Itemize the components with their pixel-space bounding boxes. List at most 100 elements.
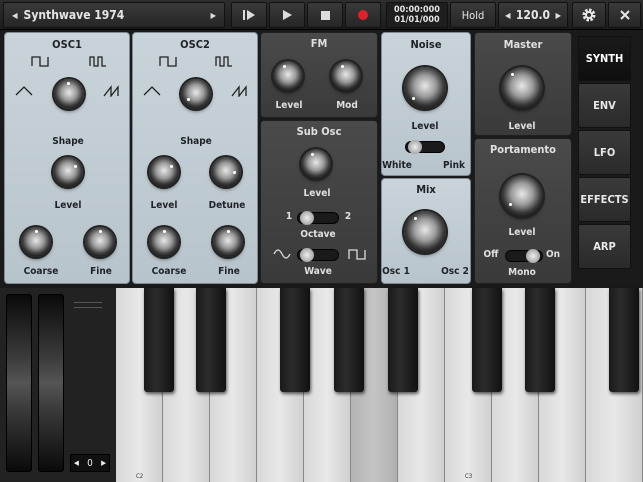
time-position: 00:00:000 [394,5,440,15]
osc1-level-knob[interactable] [53,157,83,187]
pulse-wave-icon [89,56,106,67]
portamento-level-knob[interactable] [501,175,543,217]
octave-shift-control[interactable]: ◀ 0 ▶ [70,454,110,472]
rewind-button[interactable] [231,2,267,28]
osc1-coarse-knob[interactable] [21,227,51,257]
mono-on-label: On [545,249,561,260]
hold-button[interactable]: Hold [450,2,496,28]
noise-level-label: Level [411,121,439,132]
sine-wave-icon [273,249,291,259]
piano-key-black[interactable] [334,288,364,392]
mono-label: Mono [508,267,536,278]
octave-toggle[interactable] [297,211,339,225]
stop-icon [321,11,330,20]
mix-panel: Mix Osc 1 Osc 2 [381,178,471,284]
mix-knob[interactable] [404,211,446,253]
noise-level-knob[interactable] [404,67,446,109]
wave-toggle-thumb[interactable] [300,248,314,262]
mono-toggle[interactable] [505,249,543,263]
octave-high-label: 2 [344,211,352,222]
keyboard-area: ◀ 0 ▶ C2 C3 [0,288,643,482]
osc2-shape-knob[interactable] [181,79,211,109]
fm-panel: FM Level Mod [260,32,378,118]
piano-key-black[interactable] [388,288,418,392]
fm-mod-knob[interactable] [331,61,361,91]
piano-key-black[interactable] [525,288,555,392]
tab-effects[interactable]: EFFECTS [578,177,631,222]
osc2-shape-label: Shape [180,136,212,147]
close-button[interactable] [608,2,641,28]
sub-osc-panel: Sub Osc Level 1 2 Octave Wave [260,120,378,284]
square-wave-icon [159,56,177,67]
tab-arp[interactable]: ARP [578,224,631,269]
sub-osc-level-knob[interactable] [301,149,331,179]
pulse-wave-icon [215,56,232,67]
sub-osc-title: Sub Osc [296,125,342,138]
fm-level-label: Level [275,100,303,111]
osc2-detune-label: Detune [208,200,246,211]
square-wave-icon [31,56,49,67]
noise-type-thumb[interactable] [408,140,422,154]
master-level-label: Level [508,121,536,132]
wave-toggle[interactable] [297,248,339,262]
tempo-up-icon[interactable]: ▶ [555,11,561,20]
square-wave-icon [348,249,366,260]
key-c2-label: C2 [136,473,144,480]
noise-type-toggle[interactable] [405,140,445,154]
osc1-coarse-label: Coarse [23,266,59,277]
master-panel: Master Level [474,32,572,136]
piano-key-black[interactable] [609,288,639,392]
octave-toggle-thumb[interactable] [300,211,314,225]
wave-label: Wave [304,266,332,277]
noise-panel: Noise Level White Pink [381,32,471,176]
octave-up-icon[interactable]: ▶ [101,459,106,467]
tempo-down-icon[interactable]: ◀ [505,11,511,20]
fm-title: FM [310,37,328,50]
record-button[interactable] [345,2,381,28]
piano-key-black[interactable] [144,288,174,392]
mono-toggle-thumb[interactable] [526,249,540,263]
piano-key-black[interactable] [472,288,502,392]
top-bar: ◀ Synthwave 1974 ▶ 00:00:000 01/01/000 H… [0,0,643,30]
sub-osc-level-label: Level [303,188,331,199]
osc2-title: OSC2 [180,38,210,51]
mix-title: Mix [416,183,436,196]
piano-key-black[interactable] [196,288,226,392]
osc1-fine-knob[interactable] [85,227,115,257]
octave-down-icon[interactable]: ◀ [74,459,79,467]
fm-mod-label: Mod [336,100,358,111]
osc1-shape-knob[interactable] [54,79,84,109]
osc2-panel: OSC2 Shape Level Detune Coarse Fine [132,32,258,284]
osc2-level-knob[interactable] [149,157,179,187]
portamento-title: Portamento [490,143,556,156]
portamento-panel: Portamento Level Off On Mono [474,138,572,284]
stop-button[interactable] [307,2,343,28]
octave-label: Octave [300,229,336,240]
master-level-knob[interactable] [501,67,543,109]
osc2-fine-knob[interactable] [213,227,243,257]
preset-next-icon[interactable]: ▶ [210,11,216,20]
preset-name: Synthwave 1974 [23,8,125,22]
play-button[interactable] [269,2,305,28]
tab-lfo[interactable]: LFO [578,130,631,175]
osc2-coarse-knob[interactable] [149,227,179,257]
portamento-level-label: Level [508,227,536,238]
tab-env[interactable]: ENV [578,83,631,128]
preset-selector[interactable]: ◀ Synthwave 1974 ▶ [3,2,225,28]
gear-icon [582,8,596,22]
pitch-wheel[interactable] [6,294,32,472]
grip-lines [74,302,102,308]
osc2-detune-knob[interactable] [211,157,241,187]
mod-wheel[interactable] [38,294,64,472]
osc1-shape-label: Shape [52,136,84,147]
mix-osc1-label: Osc 1 [382,266,410,277]
tempo-control[interactable]: ◀ 120.0 ▶ [498,2,568,28]
osc1-level-label: Level [54,200,82,211]
settings-button[interactable] [572,2,606,28]
osc1-fine-label: Fine [90,266,112,277]
tab-synth[interactable]: SYNTH [578,36,631,81]
noise-title: Noise [410,38,442,51]
time-display: 00:00:000 01/01/000 [386,2,448,28]
piano-key-black[interactable] [280,288,310,392]
fm-level-knob[interactable] [273,61,303,91]
